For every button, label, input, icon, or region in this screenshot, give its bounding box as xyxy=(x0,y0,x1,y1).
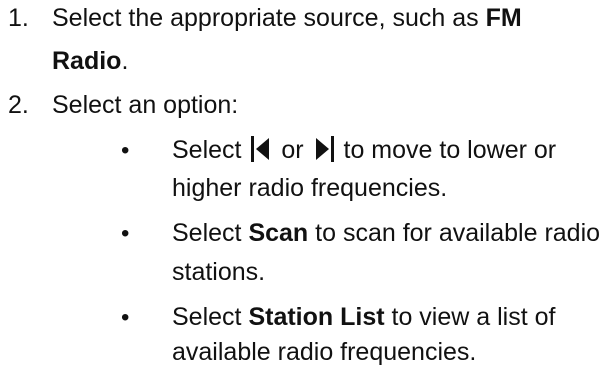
option-scan-text-cont: stations. xyxy=(172,258,266,286)
option-station-list-text-cont: available radio frequencies. xyxy=(172,338,477,366)
step-2-number: 2. xyxy=(8,91,29,119)
option-station-list-text: Select Station List to view a list of xyxy=(172,303,556,331)
option-scan-text: Select Scan to scan for available radio xyxy=(172,219,601,247)
bullet: • xyxy=(121,304,130,331)
previous-station-icon xyxy=(251,136,270,162)
step-2-text: Select an option: xyxy=(52,91,239,119)
next-station-icon xyxy=(315,136,334,162)
bullet: • xyxy=(121,220,130,247)
source-fm-label: FM xyxy=(485,4,522,32)
step-1-text: Select the appropriate source, such as F… xyxy=(52,4,522,32)
source-radio-label: Radio xyxy=(52,47,122,75)
step-1-number: 1. xyxy=(8,4,29,32)
station-list-label: Station List xyxy=(248,303,385,331)
scan-label: Scan xyxy=(248,219,309,247)
bullet: • xyxy=(121,137,130,164)
option-tune-text: Select or to move to lower or xyxy=(172,136,557,164)
step-1-text-cont: Radio. xyxy=(52,47,129,75)
option-tune-text-cont: higher radio frequencies. xyxy=(172,174,448,202)
